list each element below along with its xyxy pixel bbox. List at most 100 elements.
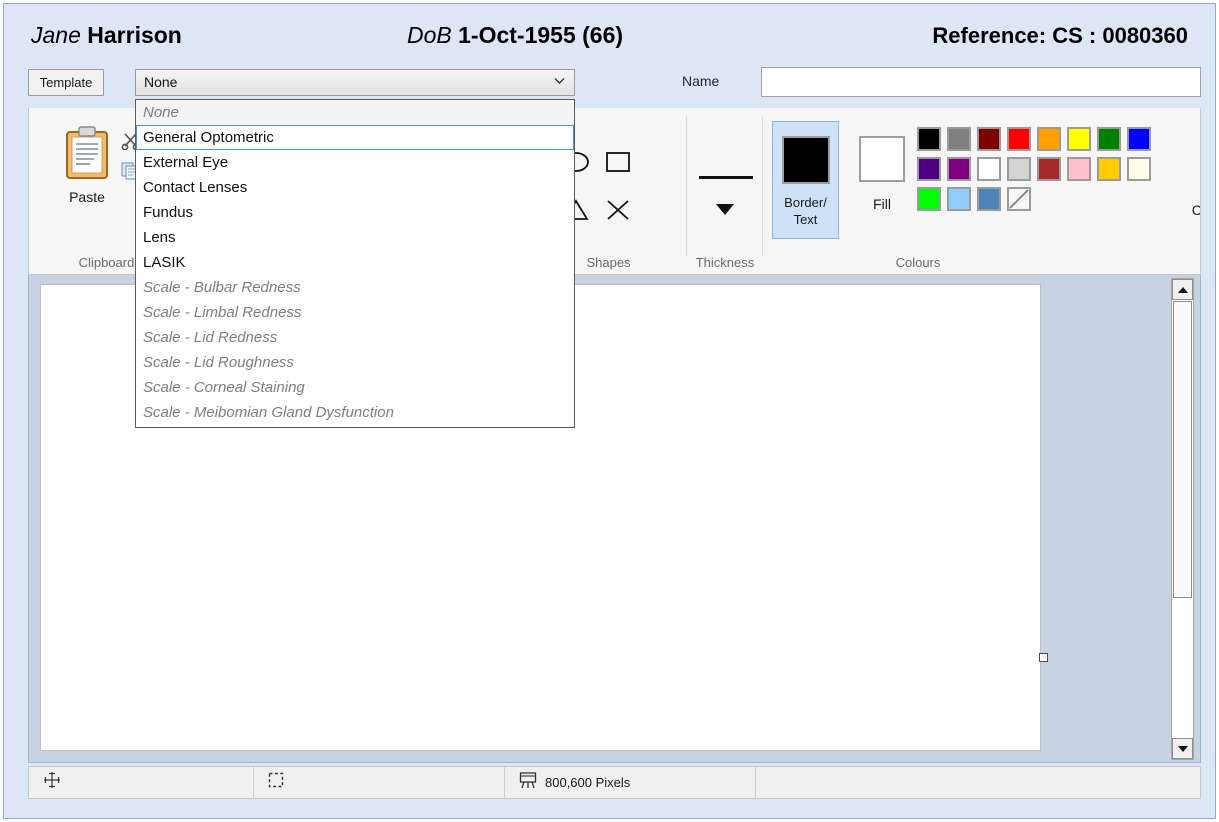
- colour-swatch[interactable]: [1094, 154, 1124, 184]
- canvas-size-icon: [519, 771, 537, 794]
- rectangle-icon: [604, 150, 632, 179]
- template-dropdown-list[interactable]: None General Optometric External Eye Contac…: [135, 99, 575, 428]
- dropdown-item[interactable]: None: [136, 100, 574, 125]
- colour-swatch-fill: [1127, 157, 1151, 181]
- patient-reference: Reference: CS : 0080360: [932, 23, 1188, 48]
- fill-swatch: [859, 136, 905, 182]
- fill-label: Fill: [873, 196, 891, 212]
- status-cell-position: [29, 767, 254, 798]
- colour-swatch[interactable]: [1004, 124, 1034, 154]
- colour-swatch-fill: [1127, 127, 1151, 151]
- colour-swatch[interactable]: [1004, 154, 1034, 184]
- fill-button[interactable]: Fill: [849, 121, 915, 239]
- dropdown-item[interactable]: General Optometric: [136, 125, 574, 150]
- triangle-up-icon: [1177, 286, 1188, 293]
- border-text-label-line1: Border/: [784, 195, 827, 210]
- dob-value: 1-Oct-1955 (66): [458, 22, 624, 48]
- colour-swatch[interactable]: [1124, 124, 1154, 154]
- patient-dob: DoB 1-Oct-1955 (66): [407, 22, 623, 49]
- canvas-resize-handle[interactable]: [1039, 653, 1048, 662]
- patient-last-name: Harrison: [87, 22, 182, 48]
- colour-swatch[interactable]: [974, 154, 1004, 184]
- border-text-label-line2: Text: [793, 212, 818, 227]
- colour-swatch[interactable]: [944, 184, 974, 214]
- colour-swatch-fill: [977, 157, 1001, 181]
- colour-swatch-fill: [977, 127, 1001, 151]
- status-cell-empty: [756, 767, 1200, 798]
- colour-palette: [914, 124, 1154, 214]
- status-bar: 800,600 Pixels: [28, 766, 1201, 799]
- dropdown-item[interactable]: Scale - Limbal Redness: [136, 300, 574, 325]
- dropdown-item[interactable]: Scale - Corneal Staining: [136, 375, 574, 400]
- colour-swatch-fill: [917, 157, 941, 181]
- colour-swatch-fill: [1067, 127, 1091, 151]
- chevron-down-icon: [554, 76, 565, 88]
- colour-swatch-fill: [1037, 127, 1061, 151]
- colour-swatch[interactable]: [914, 154, 944, 184]
- ribbon-group-colours: Border/ Text Fill Colour P Colours: [763, 108, 1200, 274]
- move-cursor-icon: [43, 771, 61, 794]
- dropdown-item[interactable]: Scale - Meibomian Gland Dysfunction: [136, 400, 574, 425]
- name-input[interactable]: [761, 67, 1201, 97]
- colour-swatch[interactable]: [944, 154, 974, 184]
- border-text-swatch: [781, 136, 830, 184]
- ribbon-group-label-thickness: Thickness: [695, 255, 755, 270]
- colour-swatch[interactable]: [974, 124, 1004, 154]
- scroll-down-button[interactable]: [1172, 738, 1193, 759]
- selection-icon: [268, 772, 284, 793]
- status-cell-selection: [254, 767, 505, 798]
- dropdown-item[interactable]: Contact Lenses: [136, 175, 574, 200]
- dropdown-item[interactable]: LASIK: [136, 250, 574, 275]
- template-combobox[interactable]: None: [135, 69, 575, 96]
- ribbon-group-thickness: Thickness: [687, 108, 763, 274]
- ribbon-group-label-colours: Colours: [895, 255, 941, 270]
- colour-swatch-fill: [977, 187, 1001, 211]
- patient-name: Jane Harrison: [31, 22, 182, 49]
- colour-swatch[interactable]: [1064, 154, 1094, 184]
- shape-cross-button[interactable]: [598, 192, 638, 232]
- shape-rectangle-button[interactable]: [598, 144, 638, 184]
- patient-header: Jane Harrison DoB 1-Oct-1955 (66) Refere…: [4, 4, 1215, 57]
- colour-swatch-fill: [1067, 157, 1091, 181]
- colour-swatch[interactable]: [914, 124, 944, 154]
- colour-swatch-fill: [947, 187, 971, 211]
- colour-swatch[interactable]: [1064, 124, 1094, 154]
- dropdown-item[interactable]: Fundus: [136, 200, 574, 225]
- dropdown-item[interactable]: Scale - Bulbar Redness: [136, 275, 574, 300]
- patient-first-name: Jane: [31, 22, 81, 48]
- thickness-preview-line[interactable]: [699, 176, 753, 179]
- dropdown-item[interactable]: Scale - Lid Redness: [136, 325, 574, 350]
- colour-swatch[interactable]: [974, 184, 1004, 214]
- dropdown-item[interactable]: External Eye: [136, 150, 574, 175]
- dropdown-item[interactable]: Scale - Lid Roughness: [136, 350, 574, 375]
- border-text-button[interactable]: Border/ Text: [772, 121, 839, 239]
- colour-swatch-fill: [947, 127, 971, 151]
- paste-label: Paste: [69, 189, 105, 205]
- colour-swatch-fill: [917, 127, 941, 151]
- colour-picker-button[interactable]: Colour P: [1192, 130, 1200, 218]
- colour-swatch[interactable]: [1004, 184, 1034, 214]
- colour-swatch[interactable]: [1094, 124, 1124, 154]
- scrollbar-thumb[interactable]: [1173, 301, 1192, 598]
- colour-swatch-fill: [1097, 157, 1121, 181]
- colour-swatch[interactable]: [914, 184, 944, 214]
- colour-swatch-fill: [1007, 127, 1031, 151]
- triangle-down-icon: [1177, 745, 1188, 752]
- colour-swatch-fill: [917, 187, 941, 211]
- colour-swatch[interactable]: [1124, 154, 1154, 184]
- vertical-scrollbar[interactable]: [1171, 278, 1194, 760]
- dropdown-item[interactable]: Lens: [136, 225, 574, 250]
- thickness-dropdown-arrow-icon[interactable]: [716, 204, 734, 215]
- colour-swatch[interactable]: [1034, 154, 1064, 184]
- colour-swatch-fill: [1007, 187, 1031, 211]
- status-cell-canvas-size: 800,600 Pixels: [505, 767, 756, 798]
- colour-swatch-fill: [1037, 157, 1061, 181]
- template-combobox-value: None: [144, 74, 178, 90]
- colour-swatch[interactable]: [944, 124, 974, 154]
- scroll-up-button[interactable]: [1172, 279, 1193, 300]
- colour-swatch[interactable]: [1034, 124, 1064, 154]
- name-label: Name: [682, 73, 720, 89]
- colour-swatch-fill: [1097, 127, 1121, 151]
- template-button[interactable]: Template: [28, 69, 104, 96]
- paste-button[interactable]: Paste: [48, 126, 126, 205]
